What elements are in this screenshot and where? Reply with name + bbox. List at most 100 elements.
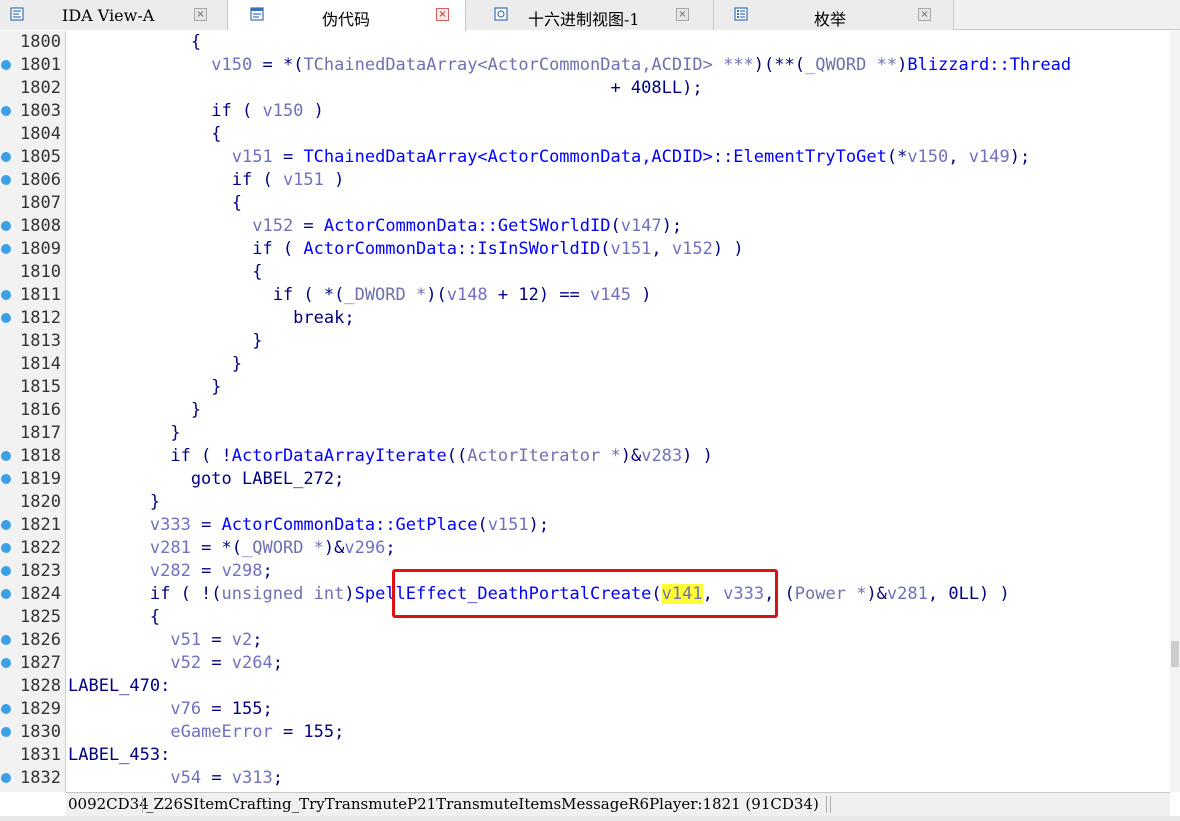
line-number: 1806 — [20, 170, 61, 190]
code-token: } — [68, 400, 202, 420]
code-token: v147 — [620, 216, 662, 236]
code-line[interactable]: 1813 } — [0, 330, 1170, 353]
vertical-scrollbar[interactable] — [1170, 31, 1180, 792]
code-line[interactable]: 1812 break; — [0, 307, 1170, 330]
code-line[interactable]: 1800 { — [0, 31, 1170, 54]
line-number: 1813 — [20, 331, 61, 351]
code-line[interactable]: 1811 if ( *(_DWORD *)(v148 + 12) == v145… — [0, 284, 1170, 307]
code-token: = *( — [190, 538, 243, 558]
code-text: v54 = v313; — [68, 767, 283, 790]
code-token: } — [68, 331, 263, 351]
close-icon[interactable]: × — [194, 8, 207, 21]
line-number: 1821 — [20, 515, 61, 535]
breakpoint-dot-icon[interactable] — [1, 451, 11, 461]
code-token: TChainedDataArray<ActorCommonData,ACDID>… — [303, 55, 754, 75]
breakpoint-dot-icon[interactable] — [1, 520, 11, 530]
line-number: 1805 — [20, 147, 61, 167]
code-token: if ( — [68, 239, 304, 259]
code-line[interactable]: 1801 v150 = *(TChainedDataArray<ActorCom… — [0, 54, 1170, 77]
code-token: ActorCommonData::IsInSWorldID — [303, 239, 601, 259]
code-token: v151 — [610, 239, 652, 259]
code-line[interactable]: 1822 v281 = *(_QWORD *)&v296; — [0, 537, 1170, 560]
code-token: v2 — [231, 630, 253, 650]
pseudocode-view[interactable]: 1800 {1801 v150 = *(TChainedDataArray<Ac… — [0, 31, 1170, 792]
code-token: = *( — [252, 55, 304, 75]
code-token: Blizzard::Thread — [907, 55, 1072, 75]
code-line[interactable]: 1827 v52 = v264; — [0, 652, 1170, 675]
code-line[interactable]: 1828 LABEL_470: — [0, 675, 1170, 698]
breakpoint-dot-icon[interactable] — [1, 635, 11, 645]
breakpoint-dot-icon[interactable] — [1, 221, 11, 231]
code-token: ); — [661, 216, 683, 236]
breakpoint-dot-icon[interactable] — [1, 589, 11, 599]
tab-hex-view[interactable]: 十六进制视图-1 × — [466, 0, 714, 30]
tab-enums[interactable]: 枚举 × — [714, 0, 954, 30]
breakpoint-dot-icon[interactable] — [1, 175, 11, 185]
code-token: v51 — [170, 630, 202, 650]
code-line[interactable]: 1821 v333 = ActorCommonData::GetPlace(v1… — [0, 514, 1170, 537]
tab-label: 伪代码 — [322, 10, 371, 29]
code-line[interactable]: 1802 + 408LL); — [0, 77, 1170, 100]
code-line[interactable]: 1815 } — [0, 376, 1170, 399]
code-line[interactable]: 1830 eGameError = 155; — [0, 721, 1170, 744]
code-line[interactable]: 1803 if ( v150 ) — [0, 100, 1170, 123]
code-token: ActorCommonData::GetPlace — [221, 515, 478, 535]
code-line[interactable]: 1804 { — [0, 123, 1170, 146]
tab-pseudocode[interactable]: 伪代码 × — [228, 0, 466, 31]
code-text: v52 = v264; — [68, 652, 283, 675]
code-line[interactable]: 1807 { — [0, 192, 1170, 215]
code-line[interactable]: 1820 } — [0, 491, 1170, 514]
breakpoint-dot-icon[interactable] — [1, 658, 11, 668]
breakpoint-dot-icon[interactable] — [1, 244, 11, 254]
code-line[interactable]: 1809 if ( ActorCommonData::IsInSWorldID(… — [0, 238, 1170, 261]
code-line[interactable]: 1832 v54 = v313; — [0, 767, 1170, 790]
code-text: v152 = ActorCommonData::GetSWorldID(v147… — [68, 215, 682, 238]
code-token: ( — [600, 239, 611, 259]
scrollbar-thumb[interactable] — [1171, 641, 1179, 667]
code-token: } — [68, 377, 222, 397]
code-line[interactable]: 1808 v152 = ActorCommonData::GetSWorldID… — [0, 215, 1170, 238]
breakpoint-dot-icon[interactable] — [1, 474, 11, 484]
close-icon[interactable]: × — [676, 8, 689, 21]
line-number: 1811 — [20, 285, 61, 305]
breakpoint-dot-icon[interactable] — [1, 727, 11, 737]
code-line[interactable]: 1826 v51 = v2; — [0, 629, 1170, 652]
code-line[interactable]: 1831 LABEL_453: — [0, 744, 1170, 767]
code-text: v151 = TChainedDataArray<ActorCommonData… — [68, 146, 1030, 169]
code-token: )( — [426, 285, 447, 305]
breakpoint-dot-icon[interactable] — [1, 290, 11, 300]
line-number: 1827 — [20, 653, 61, 673]
breakpoint-dot-icon[interactable] — [1, 60, 11, 70]
breakpoint-dot-icon[interactable] — [1, 543, 11, 553]
code-line[interactable]: 1814 } — [0, 353, 1170, 376]
code-text: } — [68, 399, 201, 422]
code-token: ActorDataArrayIterate — [231, 446, 447, 466]
breakpoint-dot-icon[interactable] — [1, 773, 11, 783]
close-icon[interactable]: × — [436, 8, 449, 21]
tab-ida-view-a[interactable]: IDA View-A × — [0, 0, 228, 30]
code-line[interactable]: 1818 if ( !ActorDataArrayIterate((ActorI… — [0, 445, 1170, 468]
breakpoint-dot-icon[interactable] — [1, 704, 11, 714]
code-line[interactable]: 1816 } — [0, 399, 1170, 422]
line-number: 1802 — [20, 78, 61, 98]
code-token: v333 — [149, 515, 191, 535]
code-line[interactable]: 1805 v151 = TChainedDataArray<ActorCommo… — [0, 146, 1170, 169]
code-line[interactable]: 1806 if ( v151 ) — [0, 169, 1170, 192]
breakpoint-dot-icon[interactable] — [1, 106, 11, 116]
code-line[interactable]: 1819 goto LABEL_272; — [0, 468, 1170, 491]
code-token: + 408LL); — [68, 78, 703, 98]
code-line[interactable]: 1810 { — [0, 261, 1170, 284]
bottom-border — [0, 816, 1180, 821]
close-icon[interactable]: × — [918, 8, 931, 21]
breakpoint-dot-icon[interactable] — [1, 152, 11, 162]
code-token: = — [201, 653, 232, 673]
breakpoint-dot-icon[interactable] — [1, 313, 11, 323]
code-line[interactable]: 1817 } — [0, 422, 1170, 445]
code-line[interactable]: 1829 v76 = 155; — [0, 698, 1170, 721]
code-token: v54 — [170, 768, 202, 788]
breakpoint-dot-icon[interactable] — [1, 566, 11, 576]
